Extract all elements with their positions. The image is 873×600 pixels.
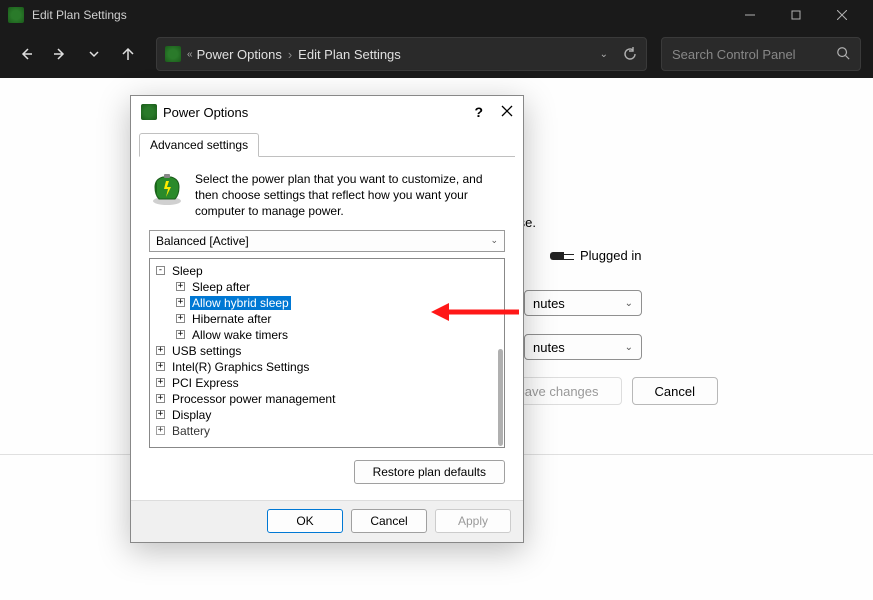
scrollbar[interactable] — [498, 349, 503, 446]
apply-button[interactable]: Apply — [435, 509, 511, 533]
settings-tree[interactable]: - Sleep + Sleep after + Allow hybrid sle… — [149, 258, 505, 448]
chevron-right-icon: › — [288, 47, 292, 62]
chevron-down-icon: ⌄ — [625, 342, 633, 353]
dropdown-sleep[interactable]: nutes ⌄ — [524, 334, 642, 360]
cancel-button[interactable]: Cancel — [632, 377, 718, 405]
minimize-button[interactable] — [727, 0, 773, 30]
tree-item-battery[interactable]: + Battery — [150, 423, 504, 439]
plug-icon — [550, 249, 574, 263]
titlebar: Edit Plan Settings — [0, 0, 873, 30]
navbar: « Power Options › Edit Plan Settings ⌄ S… — [0, 30, 873, 78]
addressbar[interactable]: « Power Options › Edit Plan Settings ⌄ — [156, 37, 647, 71]
expand-icon[interactable]: + — [156, 362, 165, 371]
refresh-icon[interactable] — [622, 46, 638, 62]
breadcrumb-item[interactable]: Power Options — [197, 47, 282, 62]
expand-icon[interactable]: + — [156, 426, 165, 435]
power-options-dialog: Power Options ? Advanced settings — [130, 95, 524, 543]
back-button[interactable] — [12, 40, 40, 68]
dialog-footer: OK Cancel Apply — [131, 500, 523, 542]
expand-icon[interactable]: + — [156, 410, 165, 419]
tree-item-pci-express[interactable]: + PCI Express — [150, 375, 504, 391]
history-dropdown[interactable] — [80, 40, 108, 68]
expand-icon[interactable]: + — [156, 394, 165, 403]
plan-select[interactable]: Balanced [Active] ⌄ — [149, 230, 505, 252]
expand-icon[interactable]: + — [156, 346, 165, 355]
dialog-icon — [141, 104, 157, 120]
tree-item-processor[interactable]: + Processor power management — [150, 391, 504, 407]
expand-icon[interactable]: + — [176, 330, 185, 339]
tree-item-display[interactable]: + Display — [150, 407, 504, 423]
chevron-down-icon: ⌄ — [490, 235, 498, 246]
tree-item-allow-hybrid-sleep[interactable]: + Allow hybrid sleep — [150, 295, 504, 311]
collapse-icon[interactable]: - — [156, 266, 165, 275]
main-window: Edit Plan Settings « — [0, 0, 873, 600]
search-input[interactable]: Search Control Panel — [661, 37, 861, 71]
dialog-titlebar: Power Options ? — [131, 96, 523, 128]
expand-icon[interactable]: + — [176, 298, 185, 307]
addressbar-dropdown-icon[interactable]: ⌄ — [600, 49, 608, 60]
dropdown-display[interactable]: nutes ⌄ — [524, 290, 642, 316]
battery-icon — [149, 171, 185, 207]
plan-select-value: Balanced [Active] — [156, 234, 249, 248]
expand-icon[interactable]: + — [176, 282, 185, 291]
tab-strip: Advanced settings — [139, 132, 515, 157]
window-title: Edit Plan Settings — [32, 8, 127, 22]
dialog-close-button[interactable] — [501, 105, 513, 120]
search-placeholder: Search Control Panel — [672, 47, 796, 62]
up-button[interactable] — [114, 40, 142, 68]
tree-item-sleep[interactable]: - Sleep — [150, 263, 504, 279]
search-icon — [836, 46, 850, 63]
dialog-info-text: Select the power plan that you want to c… — [195, 171, 505, 220]
addressbar-icon — [165, 46, 181, 62]
breadcrumb-item[interactable]: Edit Plan Settings — [298, 47, 401, 62]
tab-advanced-settings[interactable]: Advanced settings — [139, 133, 259, 157]
chevron-down-icon: ⌄ — [625, 298, 633, 309]
tree-item-intel-graphics[interactable]: + Intel(R) Graphics Settings — [150, 359, 504, 375]
app-icon — [8, 7, 24, 23]
forward-button[interactable] — [46, 40, 74, 68]
tree-item-usb[interactable]: + USB settings — [150, 343, 504, 359]
expand-icon[interactable]: + — [156, 378, 165, 387]
expand-icon[interactable]: + — [176, 314, 185, 323]
maximize-button[interactable] — [773, 0, 819, 30]
cancel-button[interactable]: Cancel — [351, 509, 427, 533]
ok-button[interactable]: OK — [267, 509, 343, 533]
help-button[interactable]: ? — [474, 104, 483, 120]
tree-item-sleep-after[interactable]: + Sleep after — [150, 279, 504, 295]
tree-item-allow-wake-timers[interactable]: + Allow wake timers — [150, 327, 504, 343]
restore-defaults-button[interactable]: Restore plan defaults — [354, 460, 505, 484]
plugged-in-label: Plugged in — [550, 248, 641, 263]
dialog-title: Power Options — [163, 105, 248, 120]
chevron-left-icon: « — [187, 49, 193, 60]
close-button[interactable] — [819, 0, 865, 30]
tree-item-hibernate-after[interactable]: + Hibernate after — [150, 311, 504, 327]
